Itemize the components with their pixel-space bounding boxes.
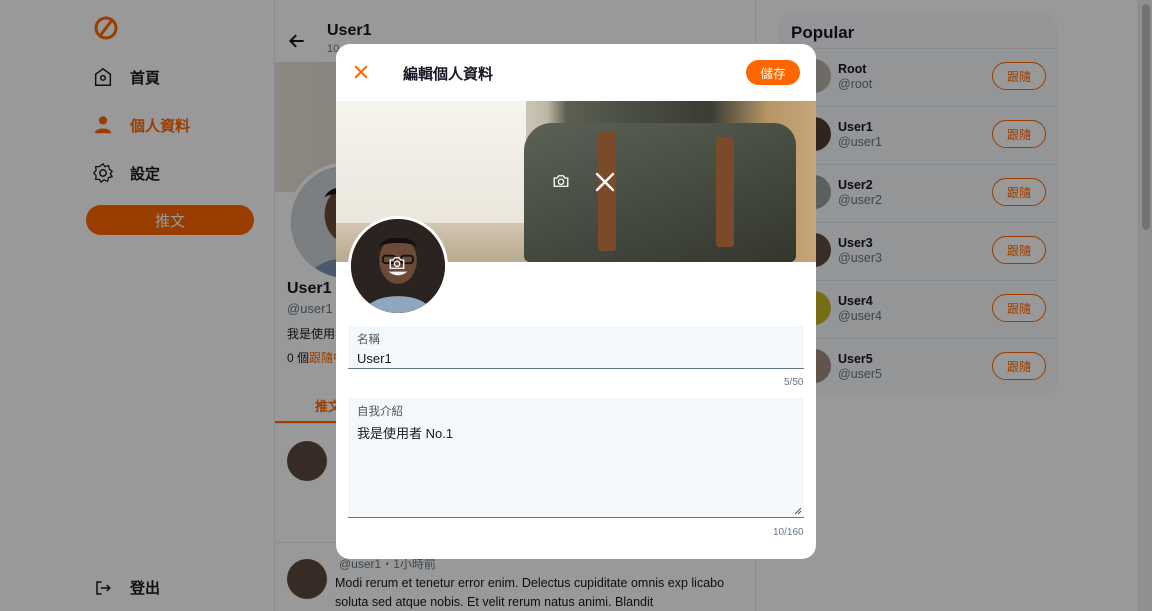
save-button[interactable]: 儲存 [746, 60, 800, 85]
close-icon[interactable] [352, 63, 370, 81]
bio-textarea[interactable]: 我是使用者 No.1 [357, 423, 453, 442]
cover-strap [716, 137, 734, 247]
edit-profile-modal: 編輯個人資料 儲存 名稱 User1 5/50 自我介紹 我是使用者 No.1 … [336, 44, 816, 559]
resize-grip-icon[interactable] [794, 507, 802, 515]
name-char-count: 5/50 [784, 377, 804, 388]
name-field[interactable]: 名稱 User1 [348, 326, 804, 369]
bio-field-label: 自我介紹 [357, 406, 403, 418]
name-input[interactable]: User1 [357, 351, 392, 366]
bio-field[interactable]: 自我介紹 我是使用者 No.1 [348, 398, 804, 518]
modal-title: 編輯個人資料 [403, 66, 494, 83]
cover-bag [524, 123, 796, 262]
name-field-label: 名稱 [357, 334, 380, 346]
remove-cover-icon[interactable] [593, 170, 617, 194]
camera-icon[interactable] [388, 254, 406, 272]
camera-icon[interactable] [552, 172, 570, 190]
bio-char-count: 10/160 [773, 527, 804, 538]
